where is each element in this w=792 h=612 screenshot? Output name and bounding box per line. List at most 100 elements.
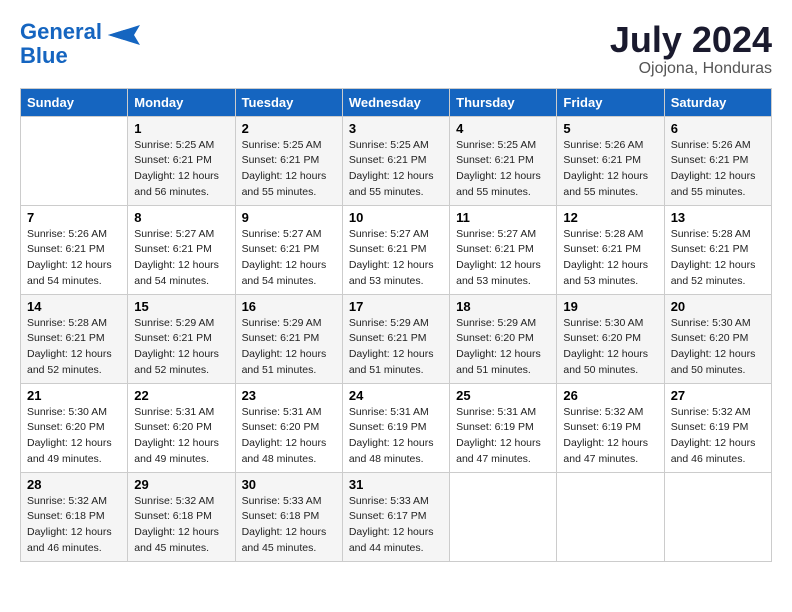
day-info: Sunrise: 5:31 AMSunset: 6:20 PMDaylight:… (242, 405, 336, 468)
day-info: Sunrise: 5:29 AMSunset: 6:20 PMDaylight:… (456, 316, 550, 379)
day-number: 29 (134, 477, 228, 492)
logo-text: GeneralBlue (20, 20, 102, 68)
day-number: 25 (456, 388, 550, 403)
calendar-cell: 5 Sunrise: 5:26 AMSunset: 6:21 PMDayligh… (557, 116, 664, 205)
day-info: Sunrise: 5:30 AMSunset: 6:20 PMDaylight:… (671, 316, 765, 379)
calendar-cell: 27 Sunrise: 5:32 AMSunset: 6:19 PMDaylig… (664, 383, 771, 472)
day-info: Sunrise: 5:25 AMSunset: 6:21 PMDaylight:… (242, 138, 336, 201)
calendar-cell: 19 Sunrise: 5:30 AMSunset: 6:20 PMDaylig… (557, 294, 664, 383)
logo: GeneralBlue (20, 20, 140, 68)
day-number: 5 (563, 121, 657, 136)
page-header: GeneralBlue July 2024 Ojojona, Honduras (20, 20, 772, 78)
day-number: 19 (563, 299, 657, 314)
calendar-cell: 17 Sunrise: 5:29 AMSunset: 6:21 PMDaylig… (342, 294, 449, 383)
weekday-header-tuesday: Tuesday (235, 88, 342, 116)
day-number: 7 (27, 210, 121, 225)
calendar-cell: 16 Sunrise: 5:29 AMSunset: 6:21 PMDaylig… (235, 294, 342, 383)
day-info: Sunrise: 5:32 AMSunset: 6:18 PMDaylight:… (27, 494, 121, 557)
day-info: Sunrise: 5:26 AMSunset: 6:21 PMDaylight:… (671, 138, 765, 201)
day-info: Sunrise: 5:31 AMSunset: 6:19 PMDaylight:… (349, 405, 443, 468)
calendar-cell (664, 472, 771, 561)
calendar-cell: 15 Sunrise: 5:29 AMSunset: 6:21 PMDaylig… (128, 294, 235, 383)
day-info: Sunrise: 5:30 AMSunset: 6:20 PMDaylight:… (27, 405, 121, 468)
calendar-cell: 6 Sunrise: 5:26 AMSunset: 6:21 PMDayligh… (664, 116, 771, 205)
day-number: 14 (27, 299, 121, 314)
day-info: Sunrise: 5:27 AMSunset: 6:21 PMDaylight:… (349, 227, 443, 290)
weekday-header-sunday: Sunday (21, 88, 128, 116)
calendar-table: SundayMondayTuesdayWednesdayThursdayFrid… (20, 88, 772, 562)
day-info: Sunrise: 5:31 AMSunset: 6:20 PMDaylight:… (134, 405, 228, 468)
day-number: 20 (671, 299, 765, 314)
day-number: 18 (456, 299, 550, 314)
day-number: 10 (349, 210, 443, 225)
calendar-cell: 31 Sunrise: 5:33 AMSunset: 6:17 PMDaylig… (342, 472, 449, 561)
day-info: Sunrise: 5:29 AMSunset: 6:21 PMDaylight:… (349, 316, 443, 379)
day-info: Sunrise: 5:27 AMSunset: 6:21 PMDaylight:… (242, 227, 336, 290)
day-info: Sunrise: 5:31 AMSunset: 6:19 PMDaylight:… (456, 405, 550, 468)
day-number: 9 (242, 210, 336, 225)
weekday-header-saturday: Saturday (664, 88, 771, 116)
day-info: Sunrise: 5:25 AMSunset: 6:21 PMDaylight:… (134, 138, 228, 201)
calendar-cell: 3 Sunrise: 5:25 AMSunset: 6:21 PMDayligh… (342, 116, 449, 205)
month-year-title: July 2024 (610, 20, 772, 60)
location-subtitle: Ojojona, Honduras (610, 60, 772, 78)
calendar-cell: 1 Sunrise: 5:25 AMSunset: 6:21 PMDayligh… (128, 116, 235, 205)
calendar-cell: 22 Sunrise: 5:31 AMSunset: 6:20 PMDaylig… (128, 383, 235, 472)
day-number: 30 (242, 477, 336, 492)
day-number: 24 (349, 388, 443, 403)
weekday-header-monday: Monday (128, 88, 235, 116)
day-number: 26 (563, 388, 657, 403)
weekday-header-thursday: Thursday (450, 88, 557, 116)
calendar-cell: 18 Sunrise: 5:29 AMSunset: 6:20 PMDaylig… (450, 294, 557, 383)
weekday-header-friday: Friday (557, 88, 664, 116)
day-info: Sunrise: 5:26 AMSunset: 6:21 PMDaylight:… (563, 138, 657, 201)
day-number: 21 (27, 388, 121, 403)
calendar-cell: 13 Sunrise: 5:28 AMSunset: 6:21 PMDaylig… (664, 205, 771, 294)
calendar-cell (21, 116, 128, 205)
weekday-header-wednesday: Wednesday (342, 88, 449, 116)
day-info: Sunrise: 5:27 AMSunset: 6:21 PMDaylight:… (456, 227, 550, 290)
calendar-cell: 20 Sunrise: 5:30 AMSunset: 6:20 PMDaylig… (664, 294, 771, 383)
logo-plane-icon (104, 20, 140, 50)
day-number: 2 (242, 121, 336, 136)
day-number: 22 (134, 388, 228, 403)
day-number: 8 (134, 210, 228, 225)
day-info: Sunrise: 5:26 AMSunset: 6:21 PMDaylight:… (27, 227, 121, 290)
calendar-cell: 9 Sunrise: 5:27 AMSunset: 6:21 PMDayligh… (235, 205, 342, 294)
day-number: 1 (134, 121, 228, 136)
calendar-cell: 30 Sunrise: 5:33 AMSunset: 6:18 PMDaylig… (235, 472, 342, 561)
calendar-cell (557, 472, 664, 561)
day-info: Sunrise: 5:32 AMSunset: 6:19 PMDaylight:… (671, 405, 765, 468)
day-info: Sunrise: 5:28 AMSunset: 6:21 PMDaylight:… (563, 227, 657, 290)
day-number: 3 (349, 121, 443, 136)
day-number: 23 (242, 388, 336, 403)
calendar-cell: 8 Sunrise: 5:27 AMSunset: 6:21 PMDayligh… (128, 205, 235, 294)
day-number: 15 (134, 299, 228, 314)
calendar-cell: 25 Sunrise: 5:31 AMSunset: 6:19 PMDaylig… (450, 383, 557, 472)
calendar-cell: 26 Sunrise: 5:32 AMSunset: 6:19 PMDaylig… (557, 383, 664, 472)
day-number: 6 (671, 121, 765, 136)
calendar-cell: 10 Sunrise: 5:27 AMSunset: 6:21 PMDaylig… (342, 205, 449, 294)
day-number: 13 (671, 210, 765, 225)
calendar-cell: 7 Sunrise: 5:26 AMSunset: 6:21 PMDayligh… (21, 205, 128, 294)
day-info: Sunrise: 5:33 AMSunset: 6:18 PMDaylight:… (242, 494, 336, 557)
day-info: Sunrise: 5:25 AMSunset: 6:21 PMDaylight:… (456, 138, 550, 201)
day-info: Sunrise: 5:32 AMSunset: 6:18 PMDaylight:… (134, 494, 228, 557)
day-number: 16 (242, 299, 336, 314)
day-number: 31 (349, 477, 443, 492)
day-number: 4 (456, 121, 550, 136)
day-info: Sunrise: 5:28 AMSunset: 6:21 PMDaylight:… (27, 316, 121, 379)
title-block: July 2024 Ojojona, Honduras (610, 20, 772, 78)
calendar-cell: 24 Sunrise: 5:31 AMSunset: 6:19 PMDaylig… (342, 383, 449, 472)
day-info: Sunrise: 5:30 AMSunset: 6:20 PMDaylight:… (563, 316, 657, 379)
day-number: 27 (671, 388, 765, 403)
calendar-cell: 11 Sunrise: 5:27 AMSunset: 6:21 PMDaylig… (450, 205, 557, 294)
calendar-cell (450, 472, 557, 561)
calendar-cell: 4 Sunrise: 5:25 AMSunset: 6:21 PMDayligh… (450, 116, 557, 205)
day-info: Sunrise: 5:33 AMSunset: 6:17 PMDaylight:… (349, 494, 443, 557)
day-info: Sunrise: 5:27 AMSunset: 6:21 PMDaylight:… (134, 227, 228, 290)
calendar-cell: 28 Sunrise: 5:32 AMSunset: 6:18 PMDaylig… (21, 472, 128, 561)
calendar-cell: 14 Sunrise: 5:28 AMSunset: 6:21 PMDaylig… (21, 294, 128, 383)
calendar-cell: 21 Sunrise: 5:30 AMSunset: 6:20 PMDaylig… (21, 383, 128, 472)
day-info: Sunrise: 5:29 AMSunset: 6:21 PMDaylight:… (242, 316, 336, 379)
